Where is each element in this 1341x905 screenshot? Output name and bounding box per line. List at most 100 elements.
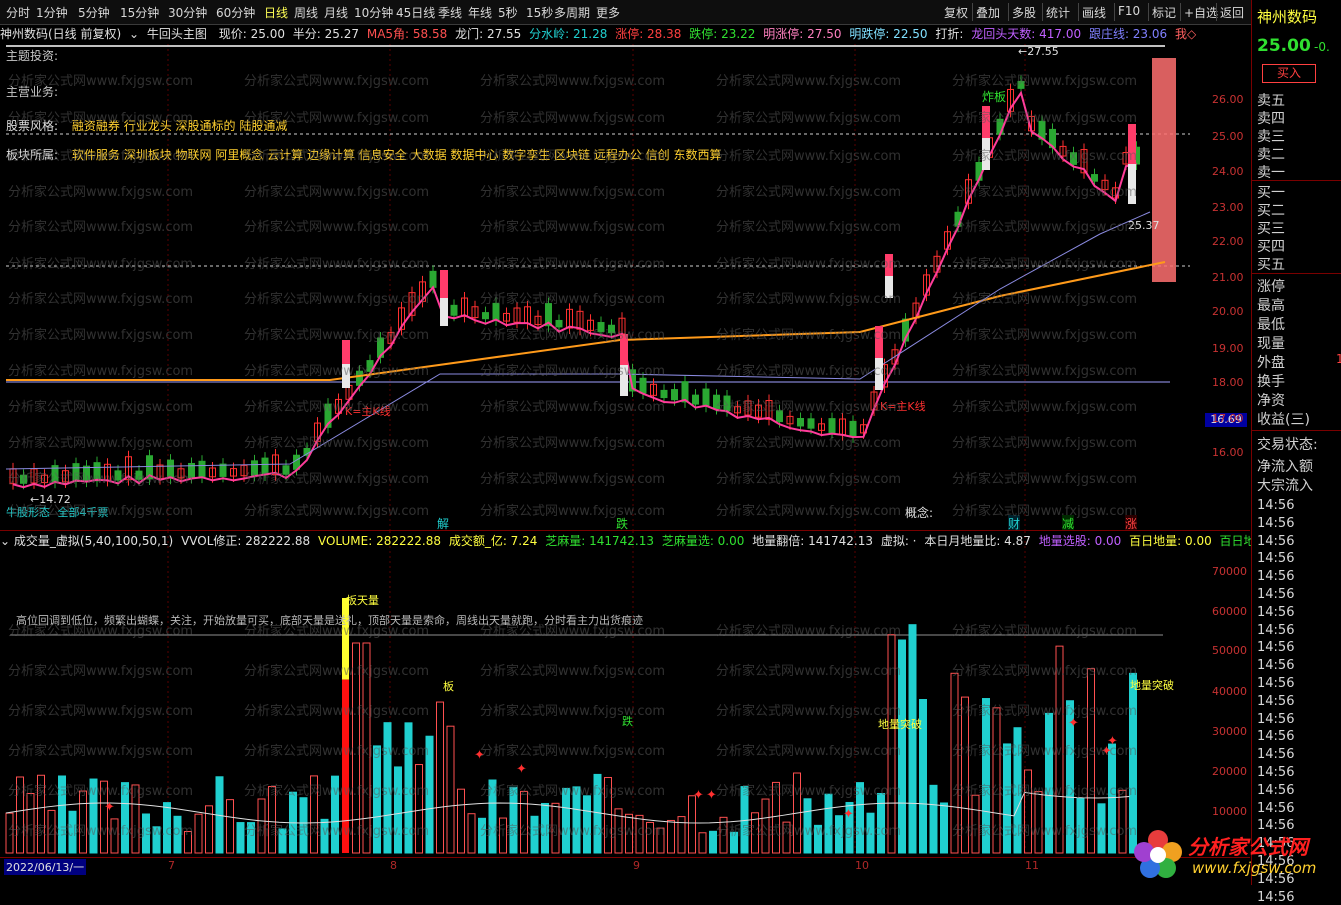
- candle-body: [660, 389, 668, 399]
- tool-button[interactable]: 统计: [1046, 4, 1070, 21]
- candle-body: [1017, 80, 1025, 89]
- signal-candle-bottom: [1128, 164, 1136, 204]
- volume-bar: [457, 788, 465, 854]
- month-ratio-value: 本日月地量比: 4.87: [924, 534, 1031, 548]
- volume-bar: [79, 790, 87, 854]
- concept-label: 概念:: [905, 506, 934, 520]
- volume-svg: ✦✦✦✦ ✦✦✦✦✦: [5, 531, 1163, 856]
- tool-button[interactable]: F10: [1118, 4, 1140, 18]
- volume-bar: [572, 786, 581, 854]
- vol-indicator-name[interactable]: ⌄ 成交量_虚拟(5,40,100,50,1): [0, 534, 173, 548]
- info-end: 我◇: [1174, 27, 1197, 41]
- highlight-bar: [1152, 58, 1176, 282]
- stat-label: 收益(三): [1257, 412, 1310, 428]
- volume-bar: [530, 815, 539, 854]
- stat-label: 涨停: [1257, 279, 1285, 295]
- tool-button[interactable]: 叠加: [976, 4, 1000, 21]
- volume-bar: [268, 786, 276, 854]
- period-tab[interactable]: 10分钟: [354, 4, 393, 21]
- period-tab[interactable]: 5分钟: [78, 4, 110, 21]
- signal-candle-top: [1128, 124, 1136, 164]
- tick-time: 14:56: [1257, 551, 1295, 567]
- candle-body: [20, 474, 27, 484]
- logo-cn: 分析家公式网: [1188, 835, 1308, 859]
- period-tab[interactable]: 15分钟: [120, 4, 159, 21]
- candle-body: [282, 465, 290, 475]
- candle-body: [608, 324, 615, 334]
- period-tab[interactable]: 周线: [294, 4, 318, 21]
- period-tab[interactable]: 15秒: [526, 4, 553, 21]
- period-tab[interactable]: 日线: [264, 4, 288, 21]
- ma-orange-line: [6, 261, 1166, 381]
- butterfly-icon: ✦: [516, 762, 527, 777]
- volume-bar: [362, 642, 371, 854]
- period-tab[interactable]: 季线: [438, 4, 462, 21]
- volume-bar: [877, 792, 885, 854]
- signal-candle-top: [875, 326, 883, 358]
- stock-price: 25.00: [1257, 36, 1311, 56]
- butterfly-icon: ✦: [1107, 734, 1118, 749]
- volume-bar: [814, 824, 822, 854]
- volume-bar: [352, 642, 360, 854]
- period-tab[interactable]: 60分钟: [216, 4, 255, 21]
- volume-bar: [247, 822, 255, 854]
- tick-time: 14:56: [1257, 676, 1295, 691]
- volume-bar: [58, 775, 66, 854]
- volume-bar: [415, 764, 423, 854]
- toolbar-separator: [1148, 3, 1149, 21]
- candle-body: [849, 420, 857, 438]
- volume-bar: [520, 790, 528, 854]
- vol-axis-tick: 70000: [1212, 565, 1247, 578]
- tick-time: 14:56: [1257, 640, 1295, 656]
- vvol-value: VVOL修正: 282222.88: [181, 534, 311, 548]
- period-tab[interactable]: 更多: [596, 4, 620, 21]
- volume-chart[interactable]: ✦ ✦ ✦ ✦ ✦ ✦ ✦ ✦ ✦: [0, 530, 1250, 856]
- volume-bar: [1118, 789, 1127, 854]
- buy-button[interactable]: 买入: [1262, 64, 1316, 83]
- logo-url: www.fxjgsw.com: [1192, 859, 1317, 877]
- period-tab[interactable]: 月线: [324, 4, 348, 21]
- tool-button[interactable]: +自选: [1184, 4, 1218, 21]
- volume-bar: [898, 639, 906, 854]
- tool-button[interactable]: 复权: [944, 4, 968, 21]
- volume-bar: [320, 818, 329, 854]
- volume-bar: [37, 774, 45, 854]
- indicator-selector[interactable]: ⌄ 牛回头主图: [129, 27, 211, 41]
- period-tab[interactable]: 5秒: [498, 4, 518, 21]
- volume-bar: [278, 828, 287, 854]
- sector-value: 软件服务 深圳板块 物联网 阿里概念 云计算 边缘计算 信息安全 大数据 数据中…: [71, 148, 722, 162]
- tick-time: 14:56: [1257, 711, 1295, 727]
- y-axis-tick: 22.00: [1212, 235, 1244, 248]
- candle-body: [261, 457, 269, 476]
- candle-body: [1070, 152, 1077, 165]
- butterfly-icon: ✦: [474, 748, 485, 763]
- volume-value: VOLUME: 282222.88: [317, 534, 441, 548]
- toolbar-separator: [1114, 3, 1115, 21]
- bairi-value: 百日地量: 0.00: [1129, 534, 1212, 548]
- volume-bar: [1003, 743, 1011, 854]
- candle-body: [671, 389, 678, 401]
- tool-button[interactable]: 多股: [1012, 4, 1036, 21]
- buy-level: 买一: [1257, 185, 1285, 201]
- tool-button[interactable]: 画线: [1082, 4, 1106, 21]
- candle-body: [713, 394, 720, 409]
- tick-time: 14:56: [1257, 604, 1295, 620]
- volume-bar: [1087, 668, 1095, 854]
- sector-label: 板块所属:: [6, 148, 59, 162]
- period-tab[interactable]: 分时: [6, 4, 30, 21]
- stock-style-value: 融资融券 行业龙头 深股通标的 陆股通减: [71, 119, 288, 133]
- candle-body: [555, 319, 563, 328]
- period-tab[interactable]: 年线: [468, 4, 492, 21]
- period-tab[interactable]: 多周期: [554, 4, 590, 21]
- main-business-label: 主营业务:: [6, 85, 59, 99]
- ma-end-label: 25.37: [1128, 219, 1160, 232]
- candle-body: [93, 462, 101, 482]
- tick-time: 14:56: [1257, 498, 1295, 513]
- butterfly-icon: ✦: [843, 807, 854, 822]
- tool-button[interactable]: 返回: [1220, 4, 1244, 21]
- period-tab[interactable]: 30分钟: [168, 4, 207, 21]
- stat-label: 最低: [1257, 317, 1285, 333]
- period-tab[interactable]: 1分钟: [36, 4, 68, 21]
- tool-button[interactable]: 标记: [1152, 4, 1176, 21]
- period-tab[interactable]: 45日线: [396, 4, 435, 21]
